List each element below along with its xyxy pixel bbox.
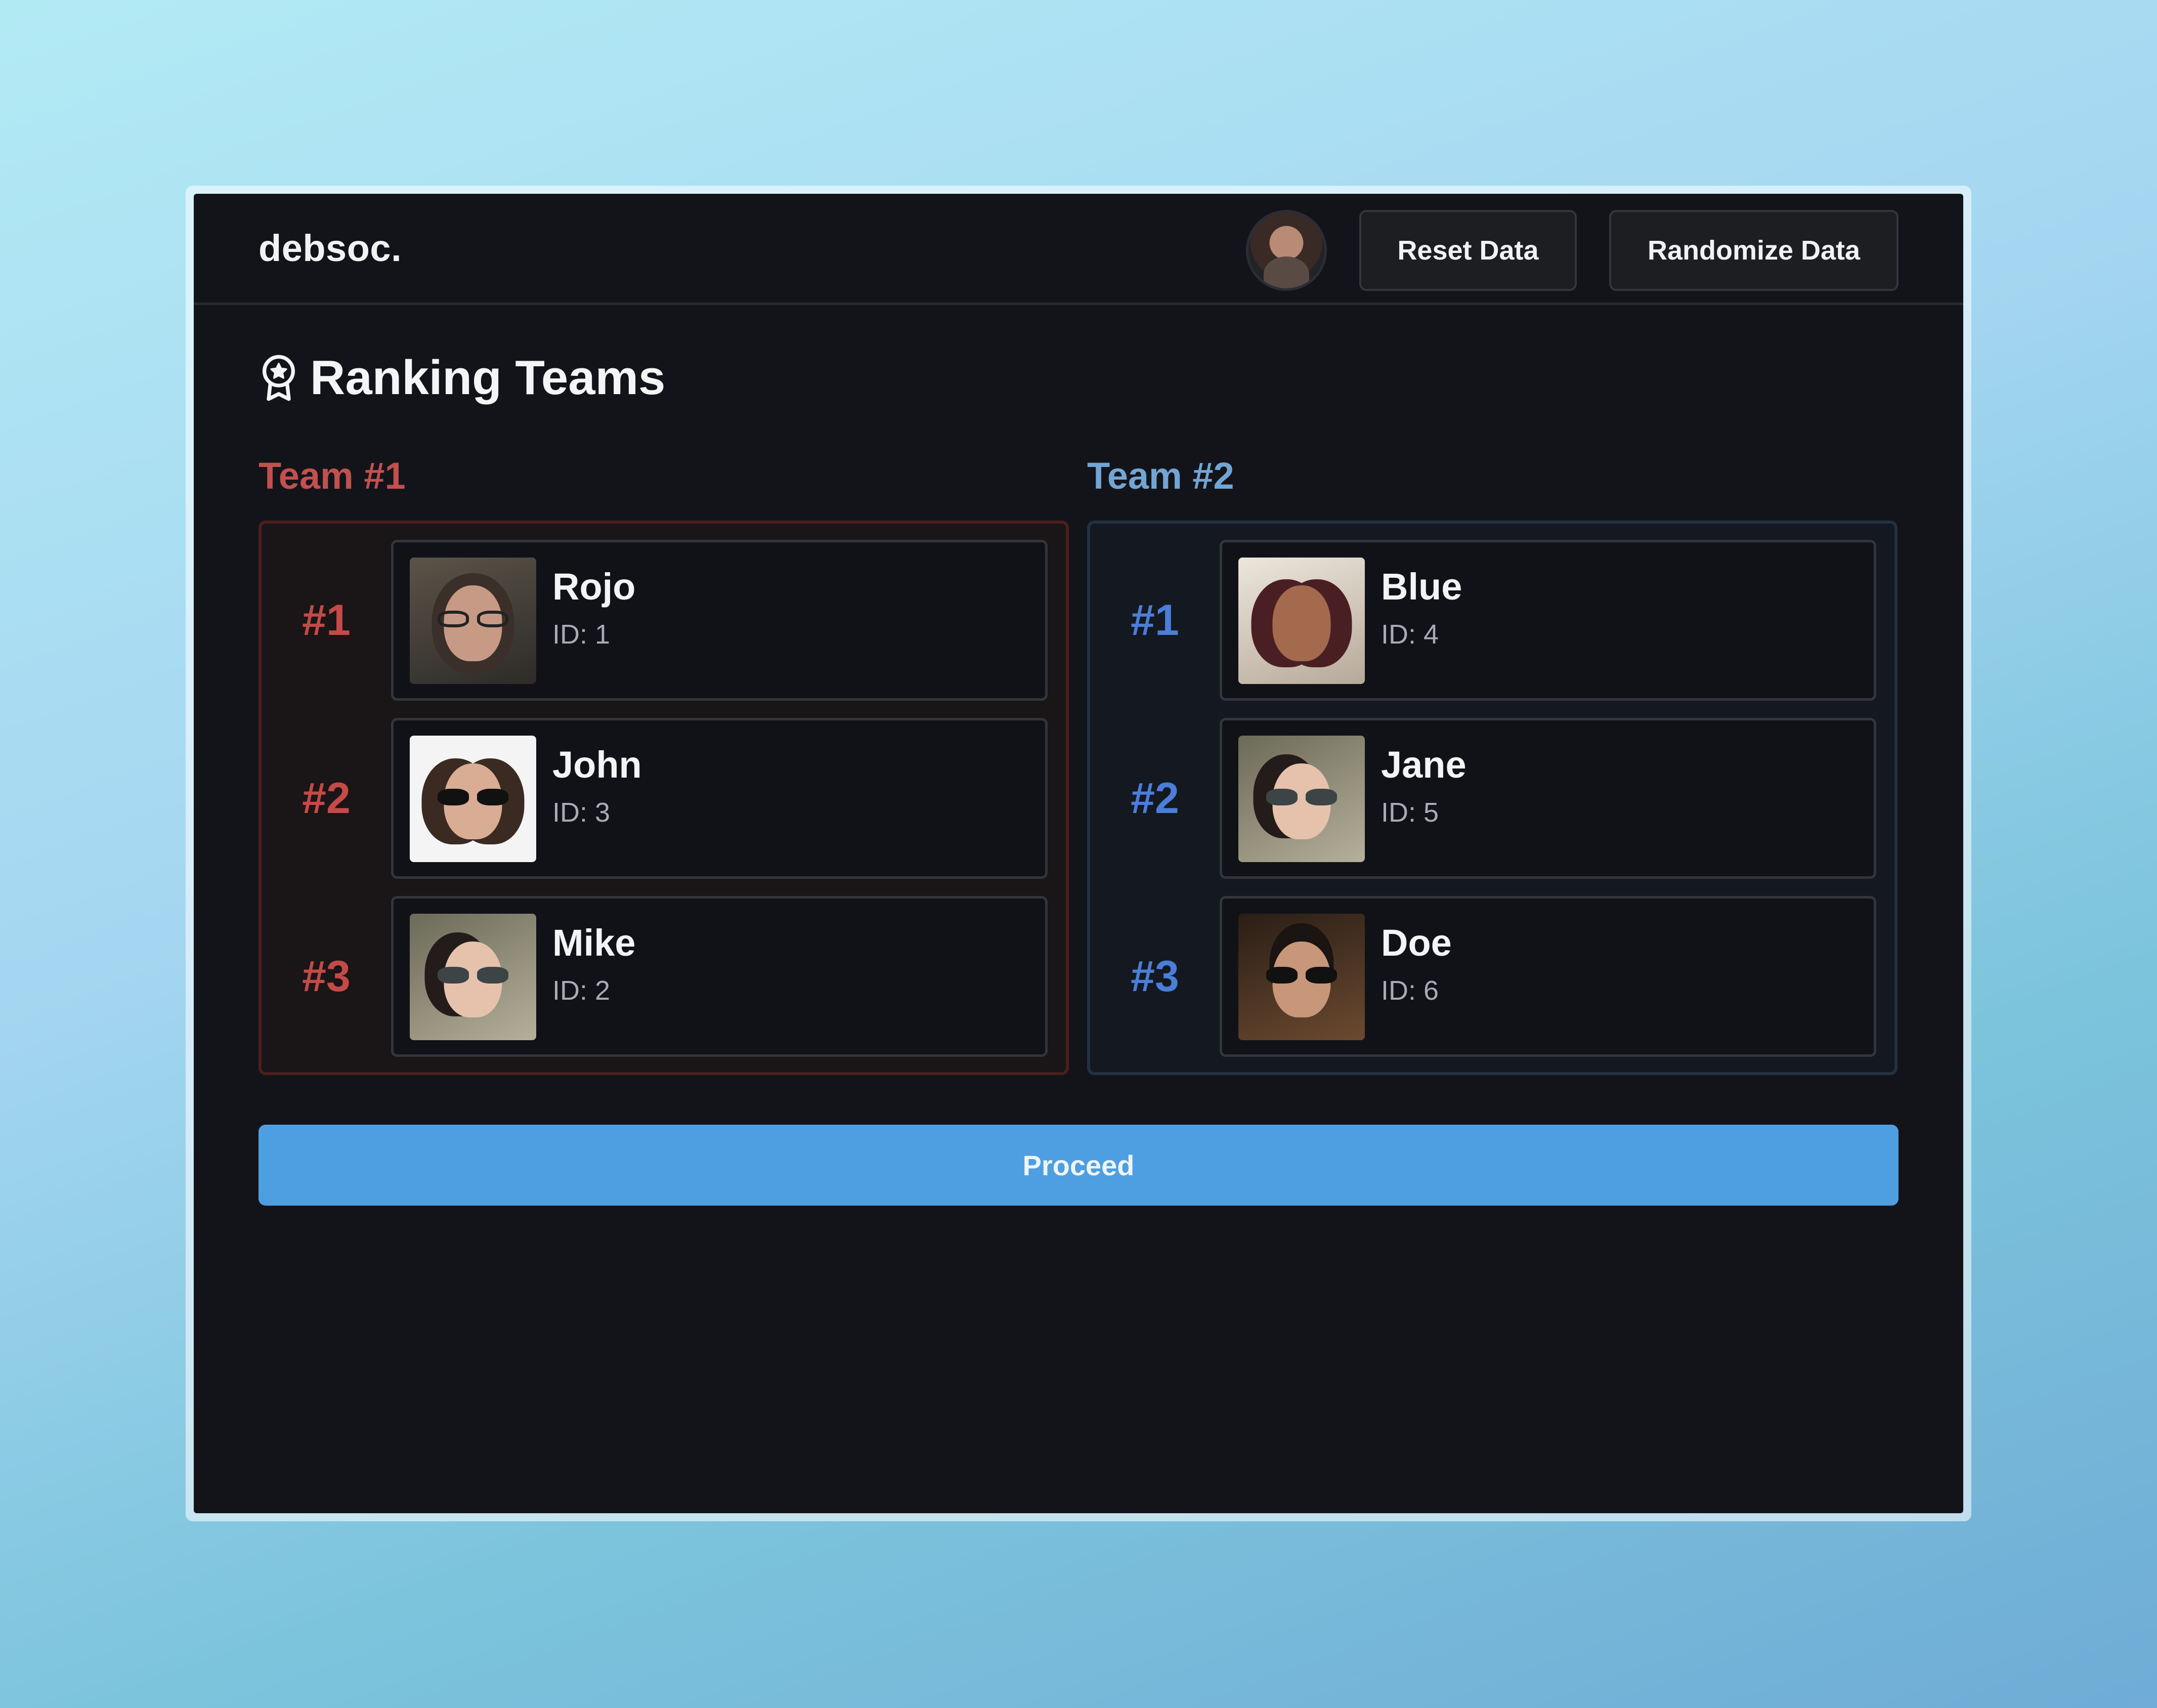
team-2-rank-row-2: #2 Jane ID: 5 <box>1090 718 1876 879</box>
member-info: Jane ID: 5 <box>1381 736 1466 831</box>
member-card-jane[interactable]: Jane ID: 5 <box>1220 718 1876 879</box>
top-nav-bar: debsoc. Reset Data Randomize Data <box>194 194 1963 305</box>
team-2-rank-row-3: #3 Doe ID: 6 <box>1090 896 1876 1057</box>
member-photo <box>1238 736 1365 862</box>
member-id: ID: 2 <box>552 975 611 1006</box>
team-1-rank-row-3: #3 Mike ID: 2 <box>262 896 1048 1057</box>
member-info: Rojo ID: 1 <box>552 558 635 653</box>
member-card-doe[interactable]: Doe ID: 6 <box>1220 896 1876 1057</box>
member-info: Blue ID: 4 <box>1381 558 1462 653</box>
rank-number: #1 <box>1131 595 1179 645</box>
top-nav-actions: Reset Data Randomize Data <box>1246 210 1899 291</box>
team-1-rank-row-1: #1 Rojo ID: 1 <box>262 540 1048 701</box>
main-content: Ranking Teams Team #1 #1 Rojo ID: 1 #2 J… <box>194 305 1963 1206</box>
member-photo <box>410 736 536 862</box>
page-title-text: Ranking Teams <box>310 351 666 405</box>
member-name: Mike <box>552 922 636 964</box>
member-photo <box>410 914 536 1040</box>
page-title: Ranking Teams <box>258 347 1899 409</box>
member-name: Doe <box>1381 922 1452 964</box>
member-info: John ID: 3 <box>552 736 642 831</box>
member-card-john[interactable]: John ID: 3 <box>391 718 1048 879</box>
member-info: Mike ID: 2 <box>552 914 636 1009</box>
member-name: John <box>552 744 642 786</box>
rank-number: #3 <box>302 952 351 1001</box>
brand-logo[interactable]: debsoc. <box>258 227 402 270</box>
member-name: Blue <box>1381 566 1462 608</box>
team-2-column: Team #2 #1 Blue ID: 4 #2 Jane ID: 5 #3 D… <box>1087 452 1897 1075</box>
rank-number: #3 <box>1131 952 1179 1001</box>
rank-number: #2 <box>302 774 351 823</box>
user-avatar[interactable] <box>1246 210 1327 291</box>
member-id: ID: 4 <box>1381 619 1439 650</box>
app-window: debsoc. Reset Data Randomize Data Rankin… <box>194 194 1963 1513</box>
team-1-rank-row-2: #2 John ID: 3 <box>262 718 1048 879</box>
member-card-blue[interactable]: Blue ID: 4 <box>1220 540 1876 701</box>
award-badge-icon <box>258 353 299 403</box>
team-2-ranking-list: #1 Blue ID: 4 #2 Jane ID: 5 #3 Doe ID: 6 <box>1087 521 1897 1075</box>
team-1-column: Team #1 #1 Rojo ID: 1 #2 John ID: 3 #3 M… <box>258 452 1069 1075</box>
rank-number: #2 <box>1131 774 1179 823</box>
member-id: ID: 1 <box>552 619 611 650</box>
proceed-button[interactable]: Proceed <box>258 1125 1899 1206</box>
member-info: Doe ID: 6 <box>1381 914 1452 1009</box>
member-photo <box>410 558 536 684</box>
member-photo <box>1238 914 1365 1040</box>
member-card-mike[interactable]: Mike ID: 2 <box>391 896 1048 1057</box>
member-id: ID: 5 <box>1381 797 1439 828</box>
member-name: Rojo <box>552 566 636 608</box>
member-id: ID: 3 <box>552 797 611 828</box>
team-1-ranking-list: #1 Rojo ID: 1 #2 John ID: 3 #3 Mike ID: … <box>258 521 1069 1075</box>
member-card-rojo[interactable]: Rojo ID: 1 <box>391 540 1048 701</box>
app-window-frame: debsoc. Reset Data Randomize Data Rankin… <box>186 186 1971 1521</box>
member-name: Jane <box>1381 744 1466 786</box>
team-2-rank-row-1: #1 Blue ID: 4 <box>1090 540 1876 701</box>
member-photo <box>1238 558 1365 684</box>
team-1-label: Team #1 <box>258 455 406 497</box>
team-2-label: Team #2 <box>1087 455 1234 497</box>
randomize-data-button[interactable]: Randomize Data <box>1609 210 1899 291</box>
member-id: ID: 6 <box>1381 975 1439 1006</box>
reset-data-button[interactable]: Reset Data <box>1359 210 1577 291</box>
rank-number: #1 <box>302 595 351 645</box>
teams-grid: Team #1 #1 Rojo ID: 1 #2 John ID: 3 #3 M… <box>258 452 1899 1075</box>
